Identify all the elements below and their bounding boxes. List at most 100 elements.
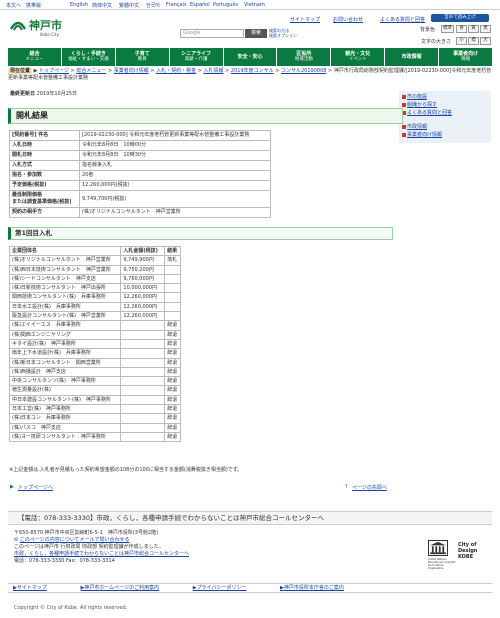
side-link-business[interactable]: 事業者向け情報 — [402, 131, 442, 138]
cell-amount: 9,760,000円 — [120, 273, 166, 285]
faq-link[interactable]: よくある質問と回答 — [380, 16, 425, 23]
call-center-link[interactable]: 市政，くらし，各種申請手続でわからないことは神戸市総合コールセンターへ — [14, 551, 374, 558]
cell-company: (株)シードコンサルタント 神戸支店 — [8, 273, 122, 285]
side-link-facilities[interactable]: 市の施設 — [402, 93, 427, 100]
breadcrumb-item[interactable]: 事業者向け情報 — [114, 68, 149, 74]
table-row: 中央コンサルタンツ(株) 神戸事務所 辞退 — [8, 376, 181, 387]
table-row: (株)西播設計 神戸支店 辞退 — [8, 366, 181, 378]
cell-company: 阪急設計コンサルタント(株) 神戸営業所 — [8, 311, 122, 322]
gnav-city-info[interactable]: 市政情報 — [385, 48, 440, 66]
red-square-icon — [402, 132, 406, 137]
search-input[interactable]: Google — [180, 29, 244, 38]
table-row: 日本水工設計(株) 兵庫事務所 12,260,000円 — [8, 301, 181, 313]
info-value: 20者 — [79, 170, 271, 181]
gnav-tourism[interactable]: 観光・文化 イベント — [331, 48, 386, 66]
footer-usage-link[interactable]: ▶神戸市ホームページのご利用案内 — [80, 585, 175, 591]
cell-company: (株)関西エンジニヤリング — [8, 329, 122, 340]
cell-result: 辞退 — [164, 357, 181, 368]
mobile-link[interactable]: 携帯版 — [26, 2, 41, 9]
cell-result: 辞退 — [164, 431, 181, 443]
cell-amount: 10,000,000円 — [120, 283, 166, 294]
breadcrumb-item[interactable]: 入札・契約・税金 — [156, 68, 196, 74]
site-logo-sub: Kobe City — [40, 32, 59, 37]
info-row: 入札方式 指名競争入札 — [9, 160, 271, 171]
gnav-safety[interactable]: 安全・安心 — [223, 48, 278, 66]
footer-nav: ▶サイトマップ ▶神戸市ホームページのご利用案内 ▶プライバシーポリシー ▶神戸… — [8, 583, 492, 593]
author-note: このページは神戸市 行財政局 財政部 契約監理課が作成しました。 — [14, 544, 164, 550]
contact-link[interactable]: お問い合わせ — [333, 16, 363, 23]
gnav-business[interactable]: 事業者向け 情報 — [439, 48, 493, 66]
bg-black-button[interactable]: 黒 — [480, 25, 491, 33]
bg-standard-button[interactable]: 標準 — [441, 25, 454, 33]
breadcrumb-item[interactable]: 総合メニュー — [76, 68, 106, 74]
gnav-senior[interactable]: シニアライフ 高齢・介護 — [169, 48, 224, 66]
breadcrumb: 現在位置 ▶ トップページ > 総合メニュー > 事業者向け情報 > 入札・契約… — [8, 68, 492, 81]
sitemap-link[interactable]: サイトマップ — [290, 16, 320, 23]
lang-zh-tw[interactable]: 繁體中文 — [119, 2, 139, 9]
cell-amount — [120, 338, 166, 350]
voice-read-button[interactable]: 音声で読み上げ — [431, 14, 489, 22]
table-row: (株)西日本技術コンサルタント 神戸営業所 9,750,200円 — [8, 264, 181, 275]
table-row: (株)ヨー技研コンサルタント 神戸事務所 辞退 — [8, 431, 181, 443]
table-row: (株)パスコ 神戸支店 辞退 — [8, 422, 181, 433]
lang-pt[interactable]: Português — [213, 2, 238, 8]
info-row: 予定価格(税抜) 12,260,000円(税抜) — [9, 180, 271, 191]
lang-zh-cn[interactable]: 简体中文 — [92, 2, 112, 9]
info-key: 最低制限価格 または調査基準価格(税抜) — [9, 190, 80, 208]
lang-es[interactable]: Español — [190, 2, 210, 8]
breadcrumb-item[interactable]: 入札情報 — [204, 68, 224, 74]
cell-result: 落札 — [164, 255, 181, 266]
font-standard-button[interactable]: 標 — [468, 37, 479, 45]
info-value: 12,260,000円(税抜) — [79, 180, 271, 191]
page-top-link[interactable]: ページの先頭へ — [352, 484, 387, 491]
font-large-button[interactable]: 大 — [480, 37, 491, 45]
cell-amount — [120, 413, 166, 424]
search-button[interactable]: 検索 — [245, 29, 267, 38]
info-value: [2019-02230-000] 令和元年度老朽管更新事業等配水管整備工事設計業… — [79, 130, 271, 141]
info-value: 令和元年8月8日 10時00分 — [79, 140, 271, 151]
table-row: 扇年上下水道設計(株) 兵庫事務所 辞退 — [8, 348, 181, 359]
kobe-city-logo-icon[interactable] — [9, 17, 27, 33]
contract-info-table: [契約番号] 件名 [2019-02230-000] 令和元年度老朽管更新事業等配… — [9, 130, 271, 218]
lang-ko[interactable]: 한국어 — [146, 2, 160, 9]
lang-en[interactable]: English — [70, 2, 88, 8]
red-square-icon — [402, 102, 406, 107]
side-link-faq[interactable]: よくある質問と回答 — [402, 109, 452, 116]
footer-privacy-link[interactable]: ▶プライバシーポリシー — [193, 585, 263, 591]
lang-vi[interactable]: Vietnam — [244, 2, 265, 8]
lang-fr[interactable]: Français — [166, 2, 187, 8]
home-arrow-icon: ▶ — [10, 484, 14, 490]
cell-result — [164, 264, 181, 275]
side-link-organization[interactable]: 組織から探す — [402, 101, 437, 108]
breadcrumb-item[interactable]: トップページ — [39, 68, 69, 74]
font-small-button[interactable]: 小 — [456, 37, 467, 45]
page-title: 開札結果 — [8, 108, 403, 124]
global-nav: 総合 メニュー くらし・手続き 福祉・すまい・交通 子育て 教育 シニアライフ 高齢・介… — [8, 48, 493, 66]
cell-company: 扇年上下水道設計(株) 兵庫事務所 — [8, 348, 122, 359]
breadcrumb-item[interactable]: コンサル20190808 — [281, 68, 326, 74]
cell-result: 辞退 — [164, 338, 181, 350]
cell-result: 辞退 — [164, 376, 181, 387]
call-center-banner[interactable]: 【電話：078-333-3330】市政，くらし，各種申請手続でわからないことは神… — [8, 511, 492, 525]
site-logo-text[interactable]: 神戸市 — [29, 17, 62, 33]
footer-sitemap-link[interactable]: ▶サイトマップ — [13, 585, 63, 591]
gnav-childcare[interactable]: 子育て 教育 — [115, 48, 170, 66]
top-page-link[interactable]: トップページへ — [18, 484, 53, 491]
footer-cityhall-link[interactable]: ▶神戸市役所本庁舎のご案内 — [280, 585, 360, 591]
bg-yellow-button[interactable]: 黄 — [468, 25, 479, 33]
bg-blue-button[interactable]: 青 — [456, 25, 467, 33]
info-row: 入札日時 令和元年8月8日 10時00分 — [9, 140, 271, 151]
cell-result: 辞退 — [164, 320, 181, 331]
gnav-ward[interactable]: 区役所 地域活動 — [277, 48, 332, 66]
cell-amount — [120, 376, 166, 387]
info-key: 開札日時 — [9, 150, 80, 161]
gnav-general-menu[interactable]: 総合 メニュー — [8, 48, 62, 66]
skip-to-content-link[interactable]: 本文へ — [6, 2, 21, 9]
mail-inquiry-link[interactable]: このページの内容についてメールで問い合わせる — [20, 537, 130, 543]
search-option-link[interactable]: 検索オプション — [269, 33, 297, 38]
breadcrumb-item[interactable]: 2019年度コンサル — [231, 68, 274, 74]
side-menu: 市の施設 組織から探す よくある質問と回答 市政情報 事業者向け情報 — [399, 91, 491, 143]
gnav-living[interactable]: くらし・手続き 福祉・すまい・交通 — [61, 48, 116, 66]
side-link-city-info[interactable]: 市政情報 — [402, 123, 427, 130]
search-help-links[interactable]: 検索の方法 検索オプション — [269, 28, 297, 38]
